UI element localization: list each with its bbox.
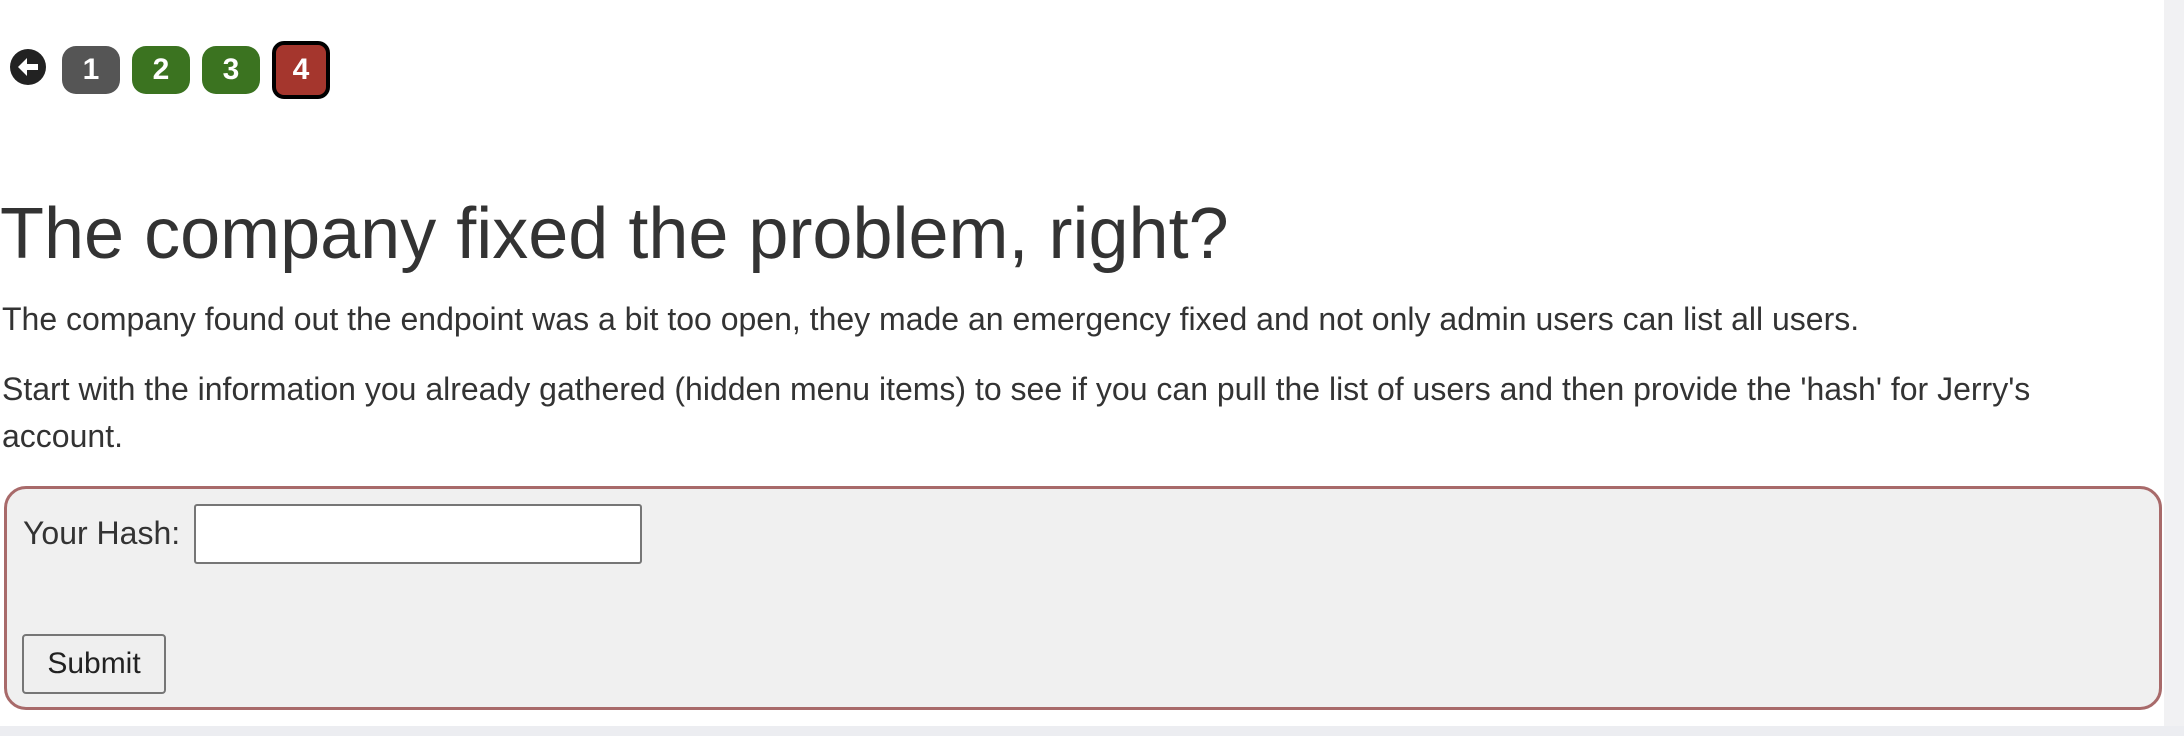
lesson-page: 1 2 3 4 The company fixed the problem, r… <box>0 0 2184 736</box>
scrollbar-track[interactable] <box>2164 0 2184 736</box>
submit-button[interactable]: Submit <box>22 634 166 694</box>
page-link-1[interactable]: 1 <box>62 46 120 94</box>
hash-label: Your Hash: <box>23 515 181 551</box>
lesson-description: The company found out the endpoint was a… <box>2 301 1860 337</box>
page-link-4-current[interactable]: 4 <box>272 41 330 99</box>
page-link-2[interactable]: 2 <box>132 46 190 94</box>
page-link-3[interactable]: 3 <box>202 46 260 94</box>
lesson-instructions: Start with the information you already g… <box>2 371 2031 454</box>
page-title: The company fixed the problem, right? <box>0 194 1229 274</box>
page-footer-strip <box>0 726 2184 736</box>
lesson-pagination: 1 2 3 4 <box>10 40 342 100</box>
hash-answer-form: Your Hash: Submit <box>4 486 2162 710</box>
arrow-left-circle-icon[interactable] <box>10 49 46 85</box>
hash-input[interactable] <box>194 504 642 564</box>
